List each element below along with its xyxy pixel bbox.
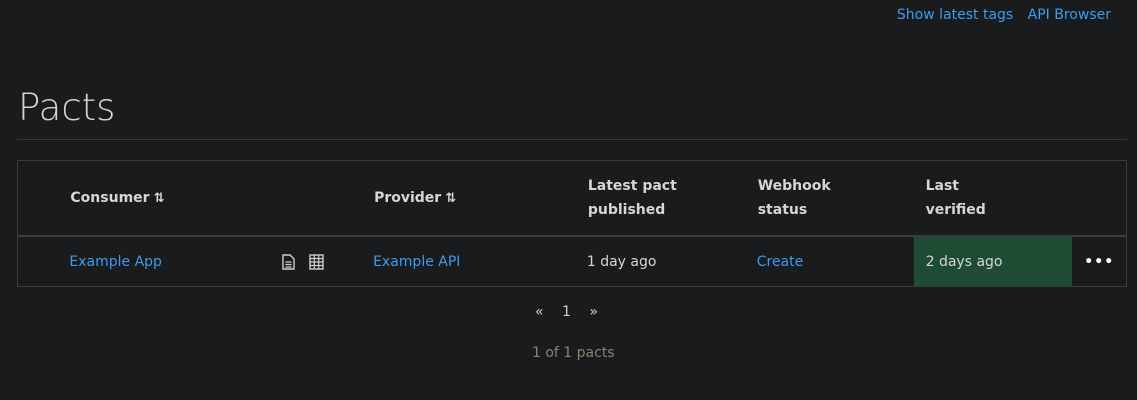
- table-grid-icon[interactable]: [308, 253, 324, 270]
- table-header: Consumer ⇅ Provider ⇅ Latest pact publishe…: [17, 160, 1127, 237]
- last-verified-cell: 2 days ago: [913, 236, 1073, 287]
- prev-page-button[interactable]: «: [535, 304, 544, 320]
- top-links: Show latest tags API Browser: [887, 7, 1111, 23]
- table-row: Example App Example API 1 day ago Create…: [18, 236, 1127, 287]
- next-page-button[interactable]: »: [589, 304, 598, 320]
- result-count: 1 of 1 pacts: [532, 345, 615, 361]
- page-title: Pacts: [18, 86, 116, 129]
- page-1-button[interactable]: 1: [562, 304, 571, 320]
- webhook-create-link[interactable]: Create: [757, 254, 804, 270]
- consumer-header[interactable]: Consumer ⇅: [69, 160, 282, 237]
- webhook-status-header: Webhook status: [756, 160, 914, 237]
- provider-header[interactable]: Provider ⇅: [373, 160, 587, 237]
- latest-pact-cell: 1 day ago: [586, 253, 657, 270]
- pagination: « 1 »: [535, 304, 612, 320]
- show-latest-tags-link[interactable]: Show latest tags: [897, 7, 1013, 23]
- pacts-table: Consumer ⇅ Provider ⇅ Latest pact publishe…: [17, 160, 1127, 287]
- more-options-icon[interactable]: •••: [1072, 236, 1126, 287]
- api-browser-link[interactable]: API Browser: [1028, 7, 1111, 23]
- sort-icon[interactable]: ⇅: [154, 191, 165, 206]
- last-verified-header: Last verified: [913, 160, 1073, 237]
- provider-link[interactable]: Example API: [373, 254, 460, 270]
- document-icon[interactable]: [281, 253, 296, 270]
- consumer-link[interactable]: Example App: [69, 254, 162, 270]
- sort-icon[interactable]: ⇅: [445, 191, 456, 206]
- latest-pact-header: Latest pact published: [586, 160, 757, 237]
- divider: [17, 139, 1127, 140]
